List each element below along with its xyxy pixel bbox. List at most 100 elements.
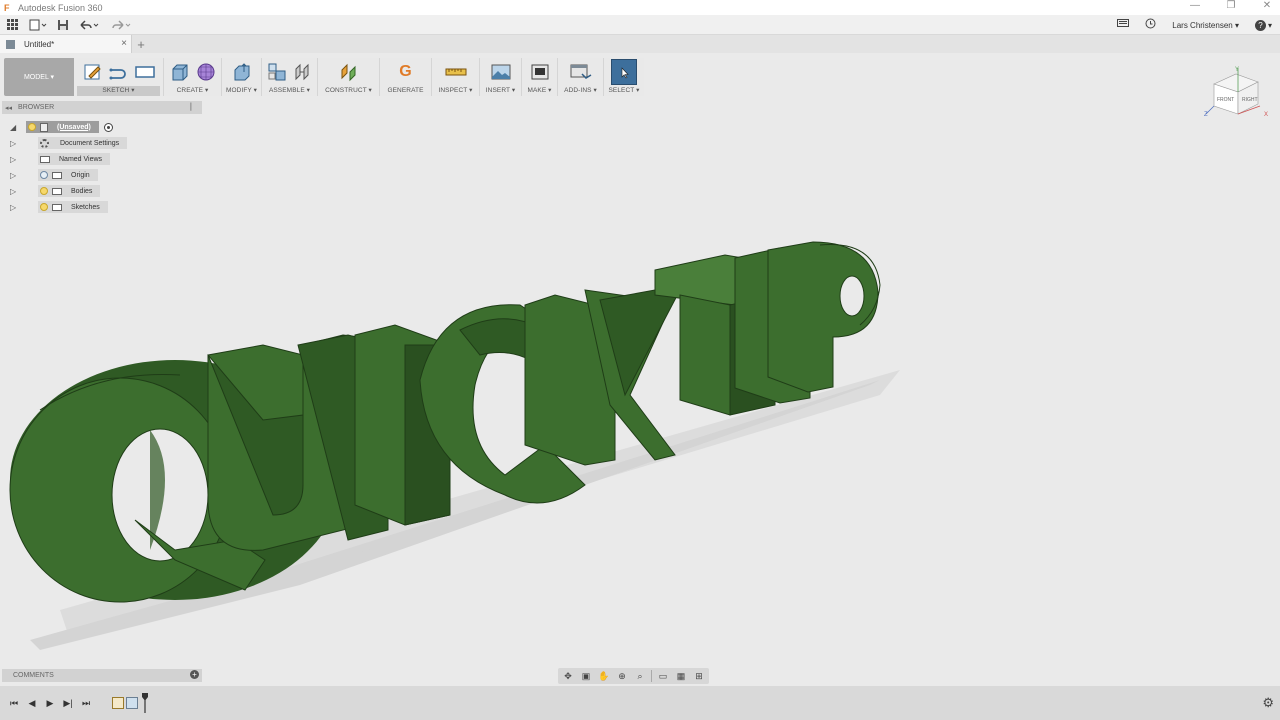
viewcube-right-face[interactable]: RIGHT (1242, 97, 1258, 103)
browser-item-origin[interactable]: ▷ Origin (10, 167, 210, 183)
timeline-first-button[interactable]: ⏮ (6, 695, 22, 711)
expand-comments-icon[interactable] (5, 672, 7, 679)
insert-menu[interactable]: INSERT ▾ (483, 86, 518, 96)
display-settings-icon[interactable]: ▭ (656, 670, 670, 682)
make-menu[interactable]: MAKE ▾ (525, 86, 554, 96)
joint-tool[interactable] (292, 61, 314, 83)
construct-menu[interactable]: CONSTRUCT ▾ (321, 86, 376, 96)
timeline: ⏮ ◀ ▶ ▶| ⏭ ⚙ (0, 686, 1280, 720)
rectangle-tool[interactable] (134, 61, 156, 83)
add-comment-button[interactable]: + (190, 670, 199, 679)
create-sketch-tool[interactable] (82, 61, 104, 83)
timeline-play-button[interactable]: ▶ (42, 695, 58, 711)
3d-print-tool[interactable] (529, 61, 551, 83)
viewports-icon[interactable]: ⊞ (692, 670, 706, 682)
undo-button[interactable] (74, 15, 106, 35)
sketch-icon (84, 64, 101, 80)
viewcube[interactable]: FRONT RIGHT Y X Z (1200, 64, 1272, 124)
new-tab-button[interactable]: + (132, 35, 150, 53)
letter-p-body (767, 241, 881, 393)
history-button[interactable] (1145, 18, 1156, 32)
measure-tool[interactable] (445, 61, 467, 83)
save-button[interactable] (52, 15, 74, 35)
add-icon: + (190, 670, 199, 679)
expand-root-icon[interactable]: ◢ (10, 123, 20, 132)
close-tab-icon[interactable]: × (121, 38, 127, 49)
timeline-sketch-feature[interactable] (112, 697, 124, 709)
inspect-menu[interactable]: INSPECT ▾ (435, 86, 476, 96)
timeline-last-button[interactable]: ⏭ (78, 695, 94, 711)
timeline-next-button[interactable]: ▶| (60, 695, 76, 711)
browser-title: BROWSER (18, 104, 55, 111)
browser-header[interactable]: ◂◂ BROWSER ▏ (2, 101, 202, 114)
expand-icon[interactable]: ▷ (10, 139, 20, 148)
restore-button[interactable]: ❐ (1224, 0, 1238, 11)
browser-item-bodies[interactable]: ▷ Bodies (10, 183, 210, 199)
viewcube-front-face[interactable]: FRONT (1217, 97, 1234, 103)
timeline-features (112, 693, 148, 713)
timeline-previous-button[interactable]: ◀ (24, 695, 40, 711)
visibility-bulb-icon[interactable] (40, 171, 48, 179)
insert-canvas-tool[interactable] (490, 61, 512, 83)
addins-menu[interactable]: ADD-INS ▾ (561, 86, 600, 96)
browser-item-document-settings[interactable]: ▷ Document Settings (10, 135, 210, 151)
fit-icon[interactable]: ⌕ (633, 670, 647, 682)
timeline-extrude-feature[interactable] (126, 697, 138, 709)
browser-item-sketches[interactable]: ▷ Sketches (10, 199, 210, 215)
job-status-button[interactable] (1117, 18, 1130, 32)
browser-pin-icon[interactable]: ▏ (191, 103, 196, 111)
browser-root-node[interactable]: ◢ (Unsaved) (10, 119, 210, 135)
form-tool[interactable] (195, 61, 217, 83)
user-menu[interactable]: Lars Christensen ▾ (1172, 21, 1239, 30)
create-menu[interactable]: CREATE ▾ (167, 86, 218, 96)
job-status-icon (1117, 18, 1130, 27)
expand-icon[interactable]: ▷ (10, 203, 20, 212)
app-title: Autodesk Fusion 360 (18, 2, 103, 13)
generate-label[interactable]: GENERATE (383, 86, 428, 96)
plane-icon (341, 63, 355, 82)
grid-settings-icon[interactable]: ▦ (674, 670, 688, 682)
activate-target-icon[interactable] (103, 122, 113, 132)
offset-plane-tool[interactable] (338, 61, 360, 83)
sketch-menu[interactable]: SKETCH ▾ (77, 86, 160, 96)
minimize-button[interactable]: — (1188, 0, 1202, 11)
extrude-tool[interactable] (169, 61, 191, 83)
press-pull-tool[interactable] (231, 61, 253, 83)
data-panel-button[interactable] (0, 15, 24, 35)
visibility-bulb-icon[interactable] (40, 187, 48, 195)
look-at-icon[interactable]: ▣ (579, 670, 593, 682)
modify-menu[interactable]: MODIFY ▾ (225, 86, 258, 96)
line-tool[interactable] (108, 61, 130, 83)
folder-icon (52, 171, 62, 179)
scripts-addins-tool[interactable] (570, 61, 592, 83)
help-icon: ? (1254, 19, 1266, 31)
close-window-button[interactable]: ✕ (1260, 0, 1274, 11)
visibility-bulb-icon[interactable] (40, 203, 48, 211)
expand-icon[interactable]: ▷ (10, 187, 20, 196)
visibility-bulb-icon[interactable] (28, 123, 36, 131)
help-button[interactable]: ? ▾ (1254, 19, 1272, 31)
timeline-marker[interactable] (142, 693, 148, 713)
select-tool[interactable] (611, 59, 637, 85)
redo-button[interactable] (106, 15, 138, 35)
workspace-switcher[interactable]: MODEL ▾ (4, 58, 74, 96)
expand-icon[interactable]: ▷ (10, 155, 20, 164)
zoom-icon[interactable]: ⊕ (615, 670, 629, 682)
timeline-settings-icon[interactable]: ⚙ (1262, 695, 1274, 711)
expand-icon[interactable]: ▷ (10, 171, 20, 180)
pan-icon[interactable]: ✋ (597, 670, 611, 682)
new-component-tool[interactable] (266, 61, 288, 83)
collapse-browser-icon[interactable]: ◂◂ (5, 104, 12, 112)
rectangle-icon (134, 66, 155, 78)
modify-group: MODIFY ▾ (222, 58, 262, 96)
document-tab[interactable]: Untitled* × (0, 35, 132, 53)
file-menu-button[interactable] (24, 15, 52, 35)
orbit-icon[interactable]: ✥ (561, 670, 575, 682)
comments-header[interactable]: COMMENTS + (2, 669, 202, 682)
assemble-menu[interactable]: ASSEMBLE ▾ (265, 86, 314, 96)
browser-item-named-views[interactable]: ▷ Named Views (10, 151, 210, 167)
generate-tool[interactable]: G (395, 61, 417, 83)
folder-icon (40, 155, 50, 163)
title-bar: F Autodesk Fusion 360 — ❐ ✕ (0, 0, 1280, 15)
select-menu[interactable]: SELECT ▾ (607, 86, 641, 96)
